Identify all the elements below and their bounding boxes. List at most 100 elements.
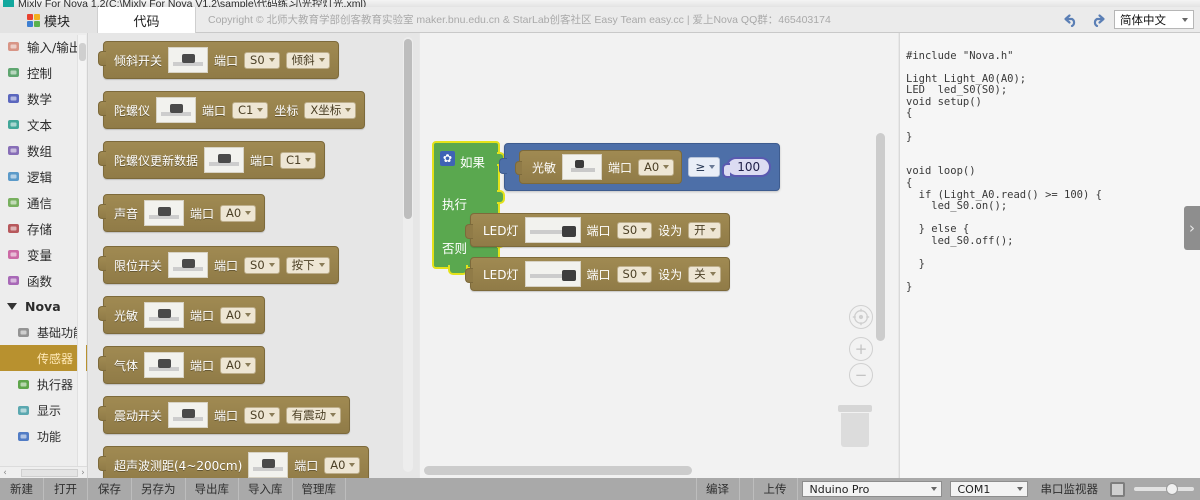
sidebar-item-4[interactable]: 数组	[0, 137, 87, 163]
scrollbar-thumb[interactable]	[21, 468, 78, 477]
palette-block-5[interactable]: 光敏 端口 A0	[97, 296, 266, 334]
palette-field-dropdown[interactable]: A0	[220, 204, 257, 222]
palette-block-label: 光敏	[114, 308, 139, 323]
tab-blocks[interactable]: 模块	[0, 7, 98, 33]
palette-field-dropdown[interactable]: C1	[280, 151, 317, 169]
feature-icon	[16, 429, 31, 444]
undo-icon[interactable]	[1058, 7, 1084, 32]
sidebar-item-sub-3[interactable]: 显示	[0, 397, 87, 423]
compile-button[interactable]: 编译	[695, 478, 740, 500]
palette-field-dropdown[interactable]: X坐标	[304, 101, 357, 119]
workspace-horizontal-scrollbar[interactable]	[424, 466, 692, 475]
palette-block-1[interactable]: 陀螺仪 端口 C1 坐标 X坐标	[97, 91, 366, 129]
upload-button[interactable]: 上传	[754, 478, 798, 500]
palette-field-dropdown[interactable]: S0	[244, 406, 280, 424]
led-port-dropdown[interactable]: S0	[616, 221, 653, 239]
sidebar-item-1[interactable]: 控制	[0, 59, 87, 85]
palette-block-3[interactable]: 声音 端口 A0	[97, 194, 266, 232]
sidebar-item-8[interactable]: 变量	[0, 241, 87, 267]
chevron-right-icon[interactable]: ›	[1184, 206, 1200, 250]
sidebar-item-6[interactable]: 通信	[0, 189, 87, 215]
sidebar-group-label: Nova	[25, 298, 61, 314]
sidebar-item-sub-4[interactable]: 功能	[0, 423, 87, 449]
sidebar-item-3[interactable]: 文本	[0, 111, 87, 137]
redo-icon[interactable]	[1084, 7, 1110, 32]
palette-block-7[interactable]: 震动开关 端口 S0 有震动	[97, 396, 351, 434]
scroll-right-icon[interactable]: ›	[78, 468, 87, 478]
file-button-5[interactable]: 导入库	[239, 478, 293, 500]
led-block-do[interactable]: LED灯 端口 S0 设为 开	[465, 213, 730, 247]
chip-icon[interactable]	[1110, 481, 1125, 497]
sidebar-item-sub-1[interactable]: 传感器	[0, 345, 87, 371]
chevron-down-icon	[268, 263, 275, 267]
led-state-dropdown[interactable]: 开	[688, 221, 721, 239]
palette-field-dropdown[interactable]: 按下	[285, 256, 330, 274]
file-button-6[interactable]: 管理库	[293, 478, 346, 500]
chevron-down-icon	[641, 228, 648, 232]
file-button-label: 新建	[10, 482, 33, 496]
palette-block-8[interactable]: 超声波测距(4~200cm) 端口 A0	[97, 446, 370, 478]
sidebar-item-7[interactable]: 存储	[0, 215, 87, 241]
palette-field-dropdown[interactable]: S0	[244, 51, 280, 69]
ultrasonic-thumb-icon	[248, 452, 289, 478]
file-button-0[interactable]: 新建	[0, 478, 44, 500]
number-block[interactable]: 100	[722, 157, 772, 178]
blocks-workspace[interactable]: ✿ 如果 执行 否则 光敏 端口 A0 ≥ 100 LED灯 端口 S0 设为 …	[420, 33, 898, 478]
palette-field-dropdown[interactable]: A0	[324, 456, 361, 474]
board-value: Nduino Pro	[809, 482, 870, 496]
scroll-left-icon[interactable]: ‹	[0, 468, 10, 478]
palette-scrollbar[interactable]	[403, 37, 413, 472]
sidebar-horizontal-scrollbar[interactable]: ‹ ›	[0, 466, 87, 478]
sidebar-vertical-scrollbar[interactable]	[77, 35, 86, 475]
brightness-slider[interactable]	[1128, 478, 1200, 500]
palette-block-2[interactable]: 陀螺仪更新数据 端口 C1	[97, 141, 326, 179]
palette-block-label: 气体	[114, 358, 139, 373]
gyroscope-thumb-icon	[156, 97, 197, 123]
palette-block-4[interactable]: 限位开关 端口 S0 按下	[98, 246, 339, 284]
zoom-in-button[interactable]: +	[849, 337, 873, 361]
palette-block-0[interactable]: 倾斜开关 端口 S0 倾斜	[98, 41, 339, 79]
scrollbar-thumb[interactable]	[404, 39, 412, 219]
palette-field-dropdown[interactable]: A0	[220, 306, 257, 324]
workspace-vertical-scrollbar[interactable]	[876, 133, 885, 341]
file-button-3[interactable]: 另存为	[132, 478, 186, 500]
port-dropdown[interactable]: A0	[638, 158, 675, 176]
tab-code[interactable]: 代码	[98, 7, 196, 33]
led-state-dropdown[interactable]: 关	[688, 265, 721, 283]
palette-block-6[interactable]: 气体 端口 A0	[97, 346, 266, 384]
sidebar-item-0[interactable]: 输入/输出	[0, 33, 87, 59]
language-select[interactable]: 简体中文	[1114, 10, 1194, 29]
palette-field-value: A0	[226, 307, 242, 322]
light-sensor-block[interactable]: 光敏 端口 A0	[514, 150, 683, 184]
port-select[interactable]: COM1	[949, 481, 1028, 497]
trash-icon[interactable]	[838, 405, 872, 447]
palette-field-dropdown[interactable]: 有震动	[285, 406, 342, 424]
board-select[interactable]: Nduino Pro	[801, 481, 942, 497]
sidebar-item-5[interactable]: 逻辑	[0, 163, 87, 189]
sidebar-item-sub-0[interactable]: 基础功能	[0, 319, 87, 345]
file-button-4[interactable]: 导出库	[186, 478, 239, 500]
operator-dropdown[interactable]: ≥	[688, 157, 721, 177]
palette-field-dropdown[interactable]: 倾斜	[285, 51, 330, 69]
led-port-dropdown[interactable]: S0	[616, 265, 653, 283]
file-button-1[interactable]: 打开	[44, 478, 88, 500]
slider-knob[interactable]	[1166, 483, 1178, 495]
scrollbar-thumb[interactable]	[79, 43, 86, 61]
led-block-else[interactable]: LED灯 端口 S0 设为 关	[465, 257, 730, 291]
palette-field-dropdown[interactable]: S0	[244, 256, 280, 274]
palette-field-value: X坐标	[310, 102, 342, 117]
if-else-block[interactable]: ✿ 如果 执行 否则	[432, 141, 505, 275]
center-blocks-button[interactable]	[849, 305, 873, 329]
gear-icon[interactable]: ✿	[440, 151, 455, 166]
comparison-block[interactable]: 光敏 端口 A0 ≥ 100	[498, 143, 781, 191]
sidebar-item-sub-2[interactable]: 执行器	[0, 371, 87, 397]
file-button-2[interactable]: 保存	[88, 478, 132, 500]
palette-block-label: 超声波测距(4~200cm)	[114, 458, 243, 473]
serial-monitor-button[interactable]: 串口监视器	[1032, 478, 1108, 500]
sidebar-item-2[interactable]: 数学	[0, 85, 87, 111]
zoom-out-button[interactable]: −	[849, 363, 873, 387]
palette-field-dropdown[interactable]: C1	[232, 101, 269, 119]
sidebar-item-9[interactable]: 函数	[0, 267, 87, 293]
sidebar-group-nova[interactable]: Nova	[0, 293, 87, 319]
palette-field-dropdown[interactable]: A0	[220, 356, 257, 374]
